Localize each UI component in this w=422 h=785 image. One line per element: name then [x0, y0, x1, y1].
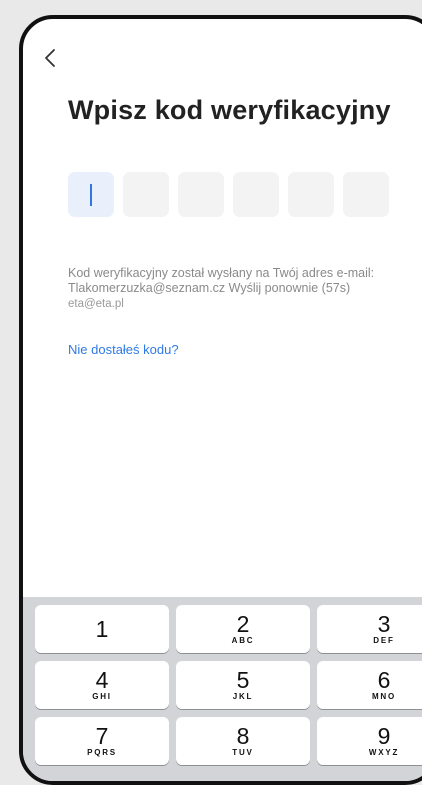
key-letters: GHI [92, 692, 112, 701]
key-letters: MNO [371, 692, 397, 701]
key-5[interactable]: 5 JKL [176, 661, 310, 709]
key-2[interactable]: 2 ABC [176, 605, 310, 653]
key-3[interactable]: 3 DEF [317, 605, 422, 653]
key-letters: WXYZ [368, 748, 400, 757]
key-6[interactable]: 6 MNO [317, 661, 422, 709]
key-7[interactable]: 7 PQRS [35, 717, 169, 765]
code-digit-box-2[interactable] [123, 172, 169, 217]
page-title: Wpisz kod weryfikacyjny [68, 95, 391, 125]
verification-info: Kod weryfikacyjny został wysłany na Twój… [68, 266, 398, 312]
key-letters: TUV [232, 748, 254, 757]
key-letters: PQRS [87, 748, 117, 757]
code-digit-box-6[interactable] [343, 172, 389, 217]
key-digit: 3 [377, 611, 391, 637]
code-digit-box-5[interactable] [288, 172, 334, 217]
key-letters: ABC [231, 636, 255, 645]
key-digit: 9 [377, 723, 391, 749]
key-9[interactable]: 9 WXYZ [317, 717, 422, 765]
phone-frame: Wpisz kod weryfikacyjny Kod weryfikacyjn… [19, 15, 422, 785]
back-button[interactable] [38, 43, 62, 73]
text-caret [90, 184, 92, 206]
resend-timer[interactable]: Wyślij ponownie (57s) [229, 281, 350, 295]
key-8[interactable]: 8 TUV [176, 717, 310, 765]
key-digit: 8 [236, 723, 250, 749]
key-letters: JKL [232, 692, 254, 701]
key-letters: DEF [373, 636, 395, 645]
key-digit: 4 [95, 667, 109, 693]
numeric-keypad: 1 2 ABC 3 DEF 4 GHI 5 JKL 6 MNO 7 PQRS 8… [23, 597, 422, 781]
key-digit: 7 [95, 723, 109, 749]
email-hint: eta@eta.pl [68, 298, 124, 310]
code-digit-box-3[interactable] [178, 172, 224, 217]
verification-code-input[interactable] [68, 172, 389, 217]
code-digit-box-4[interactable] [233, 172, 279, 217]
key-4[interactable]: 4 GHI [35, 661, 169, 709]
key-digit: 6 [377, 667, 391, 693]
code-digit-box-1[interactable] [68, 172, 114, 217]
key-digit: 5 [236, 667, 250, 693]
key-digit: 2 [236, 611, 250, 637]
chevron-left-icon [45, 49, 55, 67]
key-digit: 1 [95, 616, 109, 642]
no-code-link[interactable]: Nie dostałeś kodu? [68, 342, 179, 357]
key-1[interactable]: 1 [35, 605, 169, 653]
